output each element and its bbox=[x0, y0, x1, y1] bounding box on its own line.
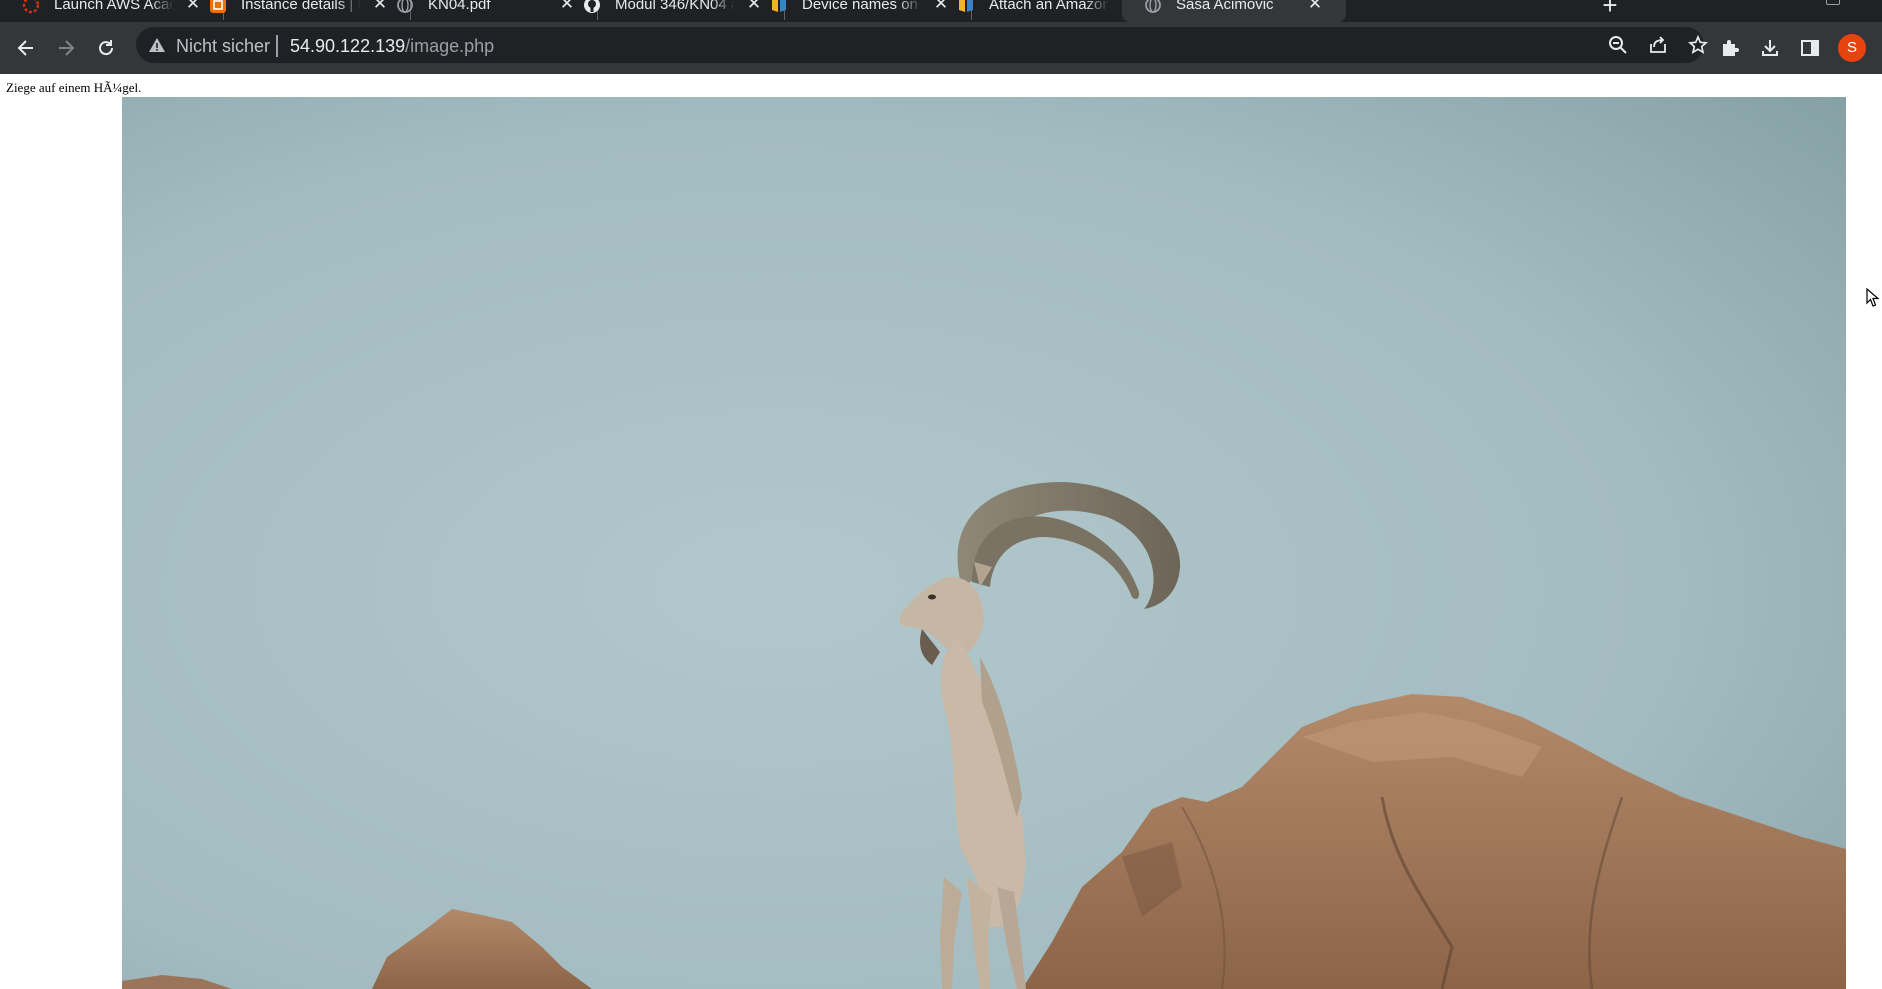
aws-academy-icon bbox=[22, 0, 40, 14]
aws-docs-icon bbox=[957, 0, 975, 14]
forward-button[interactable] bbox=[50, 32, 82, 64]
share-icon bbox=[1650, 36, 1666, 53]
globe-icon bbox=[1144, 0, 1162, 14]
side-panel-button[interactable] bbox=[1794, 32, 1826, 64]
arrow-right-icon bbox=[59, 40, 75, 56]
aws-ec2-icon bbox=[209, 0, 227, 14]
star-icon bbox=[1688, 35, 1708, 55]
new-tab-button[interactable]: + bbox=[1598, 0, 1622, 18]
browser-toolbar: Nicht sicher 54.90.122.139/image.php S bbox=[0, 22, 1882, 74]
security-label[interactable]: Nicht sicher bbox=[176, 36, 270, 56]
reload-button[interactable] bbox=[90, 32, 122, 64]
bookmark-button[interactable] bbox=[1682, 29, 1714, 61]
tab-title: KN04.pdf bbox=[428, 0, 491, 13]
arrow-left-icon bbox=[17, 40, 33, 56]
image-caption: Ziege auf einem HÃ¼gel. bbox=[6, 80, 142, 95]
puzzle-icon bbox=[1723, 40, 1739, 56]
tab-title: Instance details | EC2 bbox=[241, 0, 361, 13]
github-icon bbox=[583, 0, 601, 14]
reload-icon bbox=[99, 40, 114, 56]
address-divider bbox=[276, 35, 278, 57]
download-icon bbox=[1762, 40, 1778, 56]
tab-title: Modul 346/KN04 at bbox=[615, 0, 735, 13]
url-path: /image.php bbox=[405, 36, 495, 56]
close-icon[interactable]: ✕ bbox=[1306, 0, 1324, 13]
downloads-button[interactable] bbox=[1754, 32, 1786, 64]
tab-title: Launch AWS Academy bbox=[54, 0, 174, 13]
warning-icon[interactable] bbox=[148, 36, 166, 59]
zoom-button[interactable] bbox=[1602, 29, 1634, 61]
url-text[interactable]: 54.90.122.139/image.php bbox=[290, 36, 494, 56]
tab-title: Sasa Acimovic bbox=[1176, 0, 1274, 13]
url-host: 54.90.122.139 bbox=[290, 36, 406, 56]
page-content: Ziege auf einem HÃ¼gel. bbox=[0, 74, 1882, 989]
back-button[interactable] bbox=[10, 32, 42, 64]
tab-sasa-acimovic[interactable]: Sasa Acimovic ✕ bbox=[1122, 0, 1346, 22]
window-restore-icon[interactable] bbox=[1826, 0, 1840, 5]
address-bar[interactable]: Nicht sicher 54.90.122.139/image.php bbox=[136, 27, 1708, 63]
side-panel-icon bbox=[1801, 40, 1819, 56]
tab-title: Device names on Linux bbox=[802, 0, 922, 13]
tab-strip: Launch AWS Academy ✕ Instance details | … bbox=[0, 0, 1882, 22]
globe-icon bbox=[396, 0, 414, 14]
extensions-button[interactable] bbox=[1714, 32, 1746, 64]
mouse-cursor-icon bbox=[1866, 288, 1880, 307]
profile-avatar[interactable]: S bbox=[1838, 34, 1866, 62]
ibex-photo bbox=[122, 97, 1846, 989]
aws-docs-icon bbox=[770, 0, 788, 14]
share-button[interactable] bbox=[1642, 29, 1674, 61]
zoom-out-icon bbox=[1609, 36, 1627, 54]
tab-title: Attach an Amazon EBS bbox=[989, 0, 1109, 13]
